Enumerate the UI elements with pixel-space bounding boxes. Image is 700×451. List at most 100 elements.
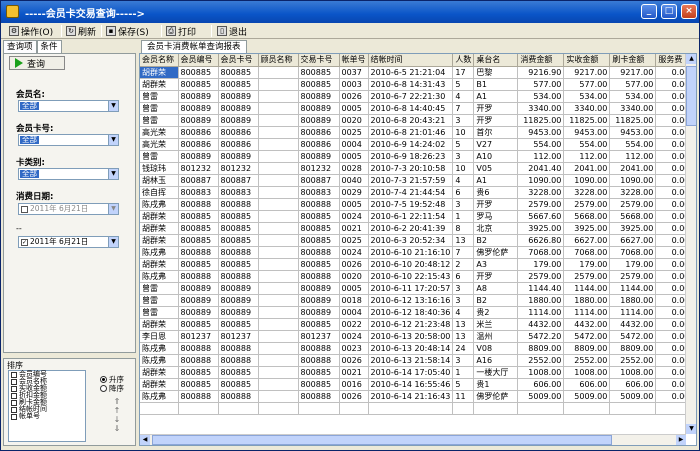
table-cell[interactable]: 800885 xyxy=(218,378,259,391)
table-cell[interactable]: 800885 xyxy=(218,210,259,223)
table-cell[interactable]: 800885 xyxy=(298,210,340,223)
table-cell[interactable]: 6 xyxy=(452,186,475,199)
table-cell[interactable]: 800888 xyxy=(178,390,219,403)
table-cell[interactable]: 7068.00 xyxy=(517,246,565,259)
table-cell[interactable]: 1 xyxy=(452,210,475,223)
table-cell[interactable]: 胡群荣 xyxy=(140,66,179,79)
table-cell[interactable]: 1114.00 xyxy=(563,306,611,319)
table-cell[interactable]: 9217.00 xyxy=(609,66,657,79)
table-row[interactable]: 曾雷 800889 800889 800889 0005 2010-6-8 14:40:4… xyxy=(140,102,693,115)
chevron-down-icon[interactable]: ▼ xyxy=(108,135,118,145)
table-cell[interactable]: 800889 xyxy=(178,114,219,127)
table-cell[interactable]: 6627.00 xyxy=(563,234,611,247)
table-cell[interactable]: 800888 xyxy=(218,354,259,367)
column-header[interactable]: 会员卡号 xyxy=(218,54,259,67)
table-cell[interactable]: 0040 xyxy=(339,174,369,187)
table-cell[interactable]: 曾雷 xyxy=(140,114,179,127)
table-cell[interactable]: 2010-6-8 14:40:45 xyxy=(368,102,454,115)
table-cell[interactable]: 7 xyxy=(452,246,475,259)
table-cell[interactable]: 0037 xyxy=(339,66,369,79)
table-cell[interactable]: 800887 xyxy=(178,174,219,187)
table-cell[interactable]: 0026 xyxy=(339,354,369,367)
table-row[interactable]: 胡群荣 800885 800885 800885 0022 2010-6-12 21:23… xyxy=(140,318,693,331)
table-cell[interactable] xyxy=(258,114,299,127)
table-cell[interactable] xyxy=(258,282,299,295)
table-row[interactable]: 胡群荣 800885 800885 800885 0026 2010-6-10 20:48… xyxy=(140,258,693,271)
table-cell[interactable]: 7068.00 xyxy=(563,246,611,259)
table-cell[interactable]: 800888 xyxy=(298,198,340,211)
table-cell[interactable]: 胡群荣 xyxy=(140,78,179,91)
table-row[interactable]: 高光荣 800886 800886 800886 0004 2010-6-9 14:24:… xyxy=(140,138,693,151)
table-cell[interactable]: 5668.00 xyxy=(563,210,611,223)
desc-radio[interactable]: 降序 xyxy=(100,384,134,393)
table-cell[interactable]: 2579.00 xyxy=(609,198,657,211)
table-cell[interactable]: 800889 xyxy=(298,114,340,127)
scroll-thumb[interactable] xyxy=(686,66,696,126)
table-cell[interactable]: 曾雷 xyxy=(140,102,179,115)
table-cell[interactable]: 800885 xyxy=(178,258,219,271)
table-cell[interactable]: 6627.00 xyxy=(609,234,657,247)
table-cell[interactable]: 800888 xyxy=(218,198,259,211)
column-header[interactable]: 会员编号 xyxy=(178,54,219,67)
table-cell[interactable]: 2010-7-4 21:44:54 xyxy=(368,186,454,199)
chevron-down-icon[interactable]: ▼ xyxy=(108,237,118,247)
table-cell[interactable]: 13 xyxy=(452,234,475,247)
table-cell[interactable]: 800889 xyxy=(298,102,340,115)
checkbox[interactable] xyxy=(11,392,17,399)
table-cell[interactable]: 800885 xyxy=(178,66,219,79)
table-cell[interactable]: 2010-6-13 21:58:14 xyxy=(368,354,454,367)
table-cell[interactable]: 800889 xyxy=(178,294,219,307)
table-cell[interactable]: 曾雷 xyxy=(140,282,179,295)
checkbox[interactable] xyxy=(11,385,17,392)
table-cell[interactable]: 179.00 xyxy=(609,258,657,271)
table-cell[interactable]: 13 xyxy=(452,318,475,331)
table-cell[interactable] xyxy=(258,198,299,211)
table-cell[interactable]: 胡群荣 xyxy=(140,366,179,379)
table-cell[interactable]: 6 xyxy=(452,270,475,283)
table-cell[interactable] xyxy=(258,306,299,319)
table-cell[interactable]: 800885 xyxy=(218,234,259,247)
table-cell[interactable]: 1114.00 xyxy=(517,306,565,319)
table-cell[interactable]: 112.00 xyxy=(563,150,611,163)
table-cell[interactable]: 胡群荣 xyxy=(140,318,179,331)
card-no-select[interactable]: 全部 ▼ xyxy=(18,134,119,146)
column-header[interactable]: 会员名称 xyxy=(140,54,179,67)
table-cell[interactable]: 4 xyxy=(452,174,475,187)
table-row[interactable]: 胡群荣 800885 800885 800885 0037 2010-6-5 21:21:… xyxy=(140,66,693,79)
table-cell[interactable] xyxy=(298,402,340,415)
print-button[interactable]: ⎙ 打印 xyxy=(166,24,196,38)
table-cell[interactable]: 800889 xyxy=(218,282,259,295)
table-cell[interactable] xyxy=(258,342,299,355)
table-cell[interactable]: 1090.00 xyxy=(609,174,657,187)
sort-field-list[interactable]: 会员编号 会员名称 实收金额 折扣金额 刷卡金额 结帐时间 帐单号 xyxy=(8,370,86,442)
table-cell[interactable]: 4432.00 xyxy=(609,318,657,331)
table-cell[interactable]: 2579.00 xyxy=(517,198,565,211)
table-cell[interactable]: 800889 xyxy=(178,150,219,163)
table-cell[interactable]: 800889 xyxy=(298,90,340,103)
table-cell[interactable]: 贵6 xyxy=(473,186,519,199)
table-cell[interactable]: 0005 xyxy=(339,198,369,211)
table-cell[interactable]: 800888 xyxy=(298,390,340,403)
column-header[interactable]: 结帐时间 xyxy=(368,54,454,67)
table-cell[interactable]: 800889 xyxy=(298,306,340,319)
date-to-picker[interactable]: ✓ 2011年 6月21日 ▼ xyxy=(18,236,119,248)
member-name-select[interactable]: 全部 ▼ xyxy=(18,100,119,112)
table-cell[interactable]: 800888 xyxy=(218,390,259,403)
table-cell[interactable] xyxy=(258,78,299,91)
table-cell[interactable]: 800885 xyxy=(218,66,259,79)
table-cell[interactable] xyxy=(258,402,299,415)
table-cell[interactable]: B1 xyxy=(473,78,519,91)
table-cell[interactable]: A1 xyxy=(473,174,519,187)
table-cell[interactable]: 4432.00 xyxy=(517,318,565,331)
table-cell[interactable]: 5 xyxy=(452,378,475,391)
table-cell[interactable]: 606.00 xyxy=(563,378,611,391)
table-cell[interactable]: 2010-6-14 21:16:43 xyxy=(368,390,454,403)
table-cell[interactable]: 801232 xyxy=(218,162,259,175)
table-cell[interactable]: 800888 xyxy=(298,342,340,355)
table-cell[interactable]: 2010-6-8 20:43:21 xyxy=(368,114,454,127)
table-cell[interactable]: 2010-6-13 20:58:00 xyxy=(368,330,454,343)
table-row[interactable]: 陈戌弗 800888 800888 800888 0026 2010-6-13 21:58… xyxy=(140,354,693,367)
table-cell[interactable]: 800888 xyxy=(178,354,219,367)
table-cell[interactable]: 801237 xyxy=(178,330,219,343)
table-cell[interactable]: 0021 xyxy=(339,366,369,379)
